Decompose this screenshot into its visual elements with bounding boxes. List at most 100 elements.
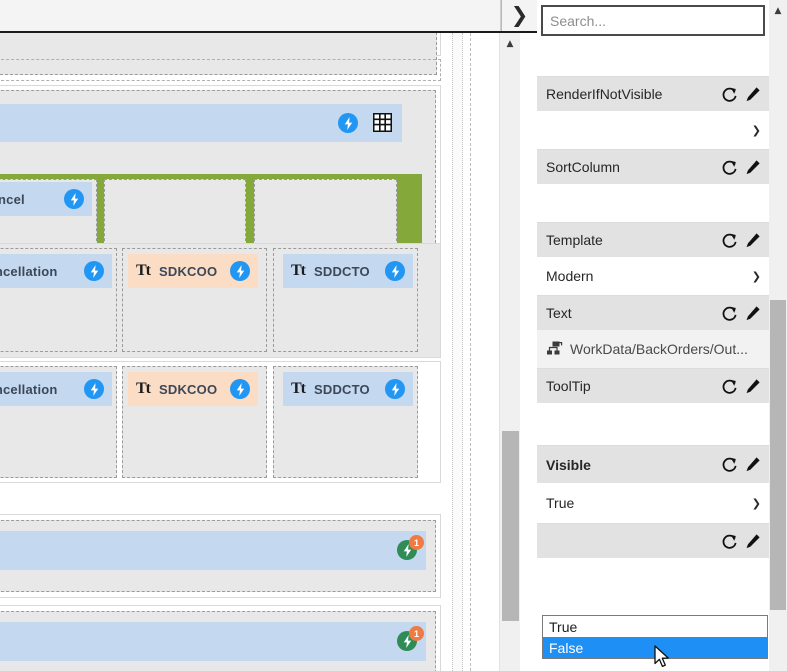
cancel-button-token[interactable]: Cancel <box>0 182 92 216</box>
property-value-template[interactable]: Modern ❯ <box>537 257 769 296</box>
lightning-bolt-icon[interactable] <box>385 261 405 281</box>
data-row-1-cell-1[interactable]: cancellation <box>0 248 117 352</box>
text-type-icon: Tt <box>291 262 306 279</box>
properties-scroll-thumb[interactable] <box>770 300 786 610</box>
dropdown-option-true[interactable]: True <box>543 616 767 637</box>
cell-token[interactable]: cancellation <box>0 254 112 288</box>
pencil-icon[interactable] <box>744 533 761 550</box>
lightning-bolt-icon[interactable] <box>230 261 250 281</box>
refresh-icon[interactable] <box>721 305 738 322</box>
cell-token[interactable]: cancellation <box>0 372 112 406</box>
refresh-icon[interactable] <box>721 533 738 550</box>
property-value-text-binding[interactable]: WorkData/BackOrders/Out... <box>537 330 769 369</box>
property-actions <box>721 378 761 395</box>
chevron-down-icon[interactable]: ❯ <box>752 124 761 137</box>
pencil-icon[interactable] <box>744 86 761 103</box>
chevron-down-icon[interactable]: ❯ <box>752 270 761 283</box>
property-value-partial[interactable] <box>537 39 769 77</box>
event-badge-wrap[interactable]: 1 <box>397 626 424 651</box>
canvas-vertical-scrollbar[interactable]: ▲ <box>499 33 520 671</box>
refresh-icon[interactable] <box>721 232 738 249</box>
design-canvas[interactable]: Cancel cancellation <box>0 33 520 671</box>
property-row-partial <box>537 39 769 77</box>
selected-cell-3[interactable] <box>254 179 397 251</box>
scroll-up-arrow-icon[interactable]: ▲ <box>769 3 787 19</box>
refresh-icon[interactable] <box>721 86 738 103</box>
bolt-glyph <box>236 382 244 396</box>
properties-vertical-scrollbar[interactable]: ▲ <box>769 0 787 671</box>
search-input[interactable] <box>541 5 765 36</box>
event-count-badge: 1 <box>409 535 424 550</box>
lightning-bolt-icon[interactable] <box>338 113 358 133</box>
pencil-icon[interactable] <box>744 378 761 395</box>
pencil-icon[interactable] <box>744 232 761 249</box>
bottom-band-card-2[interactable]: 1 <box>0 605 441 671</box>
cell-token[interactable]: Tt SDDCTO <box>283 372 413 406</box>
selected-cell-1[interactable]: Cancel <box>0 179 97 251</box>
event-badge-wrap[interactable]: 1 <box>397 535 424 560</box>
property-row-renderifnotvisible: RenderIfNotVisible ❯ <box>537 77 769 150</box>
property-value-sortcolumn[interactable] <box>537 184 769 223</box>
property-value-visible[interactable]: True ❯ <box>537 483 769 524</box>
property-value-tooltip[interactable] <box>537 403 769 446</box>
cell-token[interactable]: Tt SDKCOO <box>128 372 258 406</box>
lightning-bolt-icon[interactable] <box>385 379 405 399</box>
bottom-band-card-1[interactable]: 1 <box>0 514 441 598</box>
refresh-icon[interactable] <box>721 378 738 395</box>
property-actions <box>721 456 761 473</box>
property-value-renderifnotvisible[interactable]: ❯ <box>537 111 769 150</box>
bottom-band-1-field[interactable]: 1 <box>0 531 426 570</box>
cell-token[interactable]: Tt SDDCTO <box>283 254 413 288</box>
property-name-label: Visible <box>546 456 591 473</box>
pencil-icon[interactable] <box>744 159 761 176</box>
visible-dropdown-list[interactable]: True False <box>542 615 768 659</box>
data-row-card-1[interactable]: cancellation Tt SDKCOO <box>0 243 441 358</box>
lightning-bolt-icon[interactable] <box>84 379 104 399</box>
selected-cell-2[interactable] <box>104 179 246 251</box>
cancel-button-label: Cancel <box>0 191 25 207</box>
bolt-glyph <box>391 264 399 278</box>
canvas-inner-track-1 <box>452 33 463 671</box>
scroll-up-arrow-icon[interactable]: ▲ <box>500 35 520 52</box>
bolt-glyph <box>236 264 244 278</box>
property-search-wrap <box>537 0 769 39</box>
property-rows-list: RenderIfNotVisible ❯ SortColumn Template… <box>537 39 769 671</box>
canvas-scroll-thumb[interactable] <box>502 431 519 621</box>
refresh-icon[interactable] <box>721 159 738 176</box>
property-value-text: Modern <box>546 268 594 284</box>
chevron-down-icon[interactable]: ❯ <box>752 497 761 510</box>
property-value-text: WorkData/BackOrders/Out... <box>570 341 748 357</box>
property-name-label: ToolTip <box>546 378 591 394</box>
cell-token[interactable]: Tt SDKCOO <box>128 254 258 288</box>
property-name-label: Template <box>546 232 603 248</box>
dropdown-option-label: False <box>549 639 584 656</box>
cell-label: SDDCTO <box>314 263 370 279</box>
data-row-card-2[interactable]: cancellation Tt SDKCOO <box>0 361 441 483</box>
text-type-icon: Tt <box>136 262 151 279</box>
text-type-icon: Tt <box>136 380 151 397</box>
properties-panel: RenderIfNotVisible ❯ <box>537 0 787 671</box>
pencil-icon[interactable] <box>744 305 761 322</box>
property-name-label: SortColumn <box>546 159 620 175</box>
data-row-2-cell-1[interactable]: cancellation <box>0 366 117 478</box>
refresh-icon[interactable] <box>721 456 738 473</box>
cell-label: cancellation <box>0 263 58 279</box>
lightning-bolt-icon[interactable] <box>230 379 250 399</box>
property-header-tooltip: ToolTip <box>537 369 769 403</box>
data-row-1-cell-3[interactable]: Tt SDDCTO <box>273 248 418 352</box>
grid-table-glyph <box>372 112 393 133</box>
grid-table-icon[interactable] <box>372 112 393 133</box>
grid-header-band[interactable] <box>0 104 402 142</box>
canvas-toolbar: ❯ <box>0 0 537 33</box>
lightning-bolt-icon[interactable] <box>64 189 84 209</box>
pencil-icon[interactable] <box>744 456 761 473</box>
data-row-2-cell-2[interactable]: Tt SDKCOO <box>122 366 267 478</box>
data-row-2-cell-3[interactable]: Tt SDDCTO <box>273 366 418 478</box>
lightning-bolt-icon[interactable] <box>84 261 104 281</box>
bolt-glyph <box>90 264 98 278</box>
expand-panel-button[interactable]: ❯ <box>501 0 537 31</box>
bottom-band-2-field[interactable]: 1 <box>0 622 426 661</box>
data-row-1-cell-2[interactable]: Tt SDKCOO <box>122 248 267 352</box>
canvas-card-top[interactable] <box>0 33 441 75</box>
dropdown-option-false[interactable]: False <box>543 637 767 658</box>
